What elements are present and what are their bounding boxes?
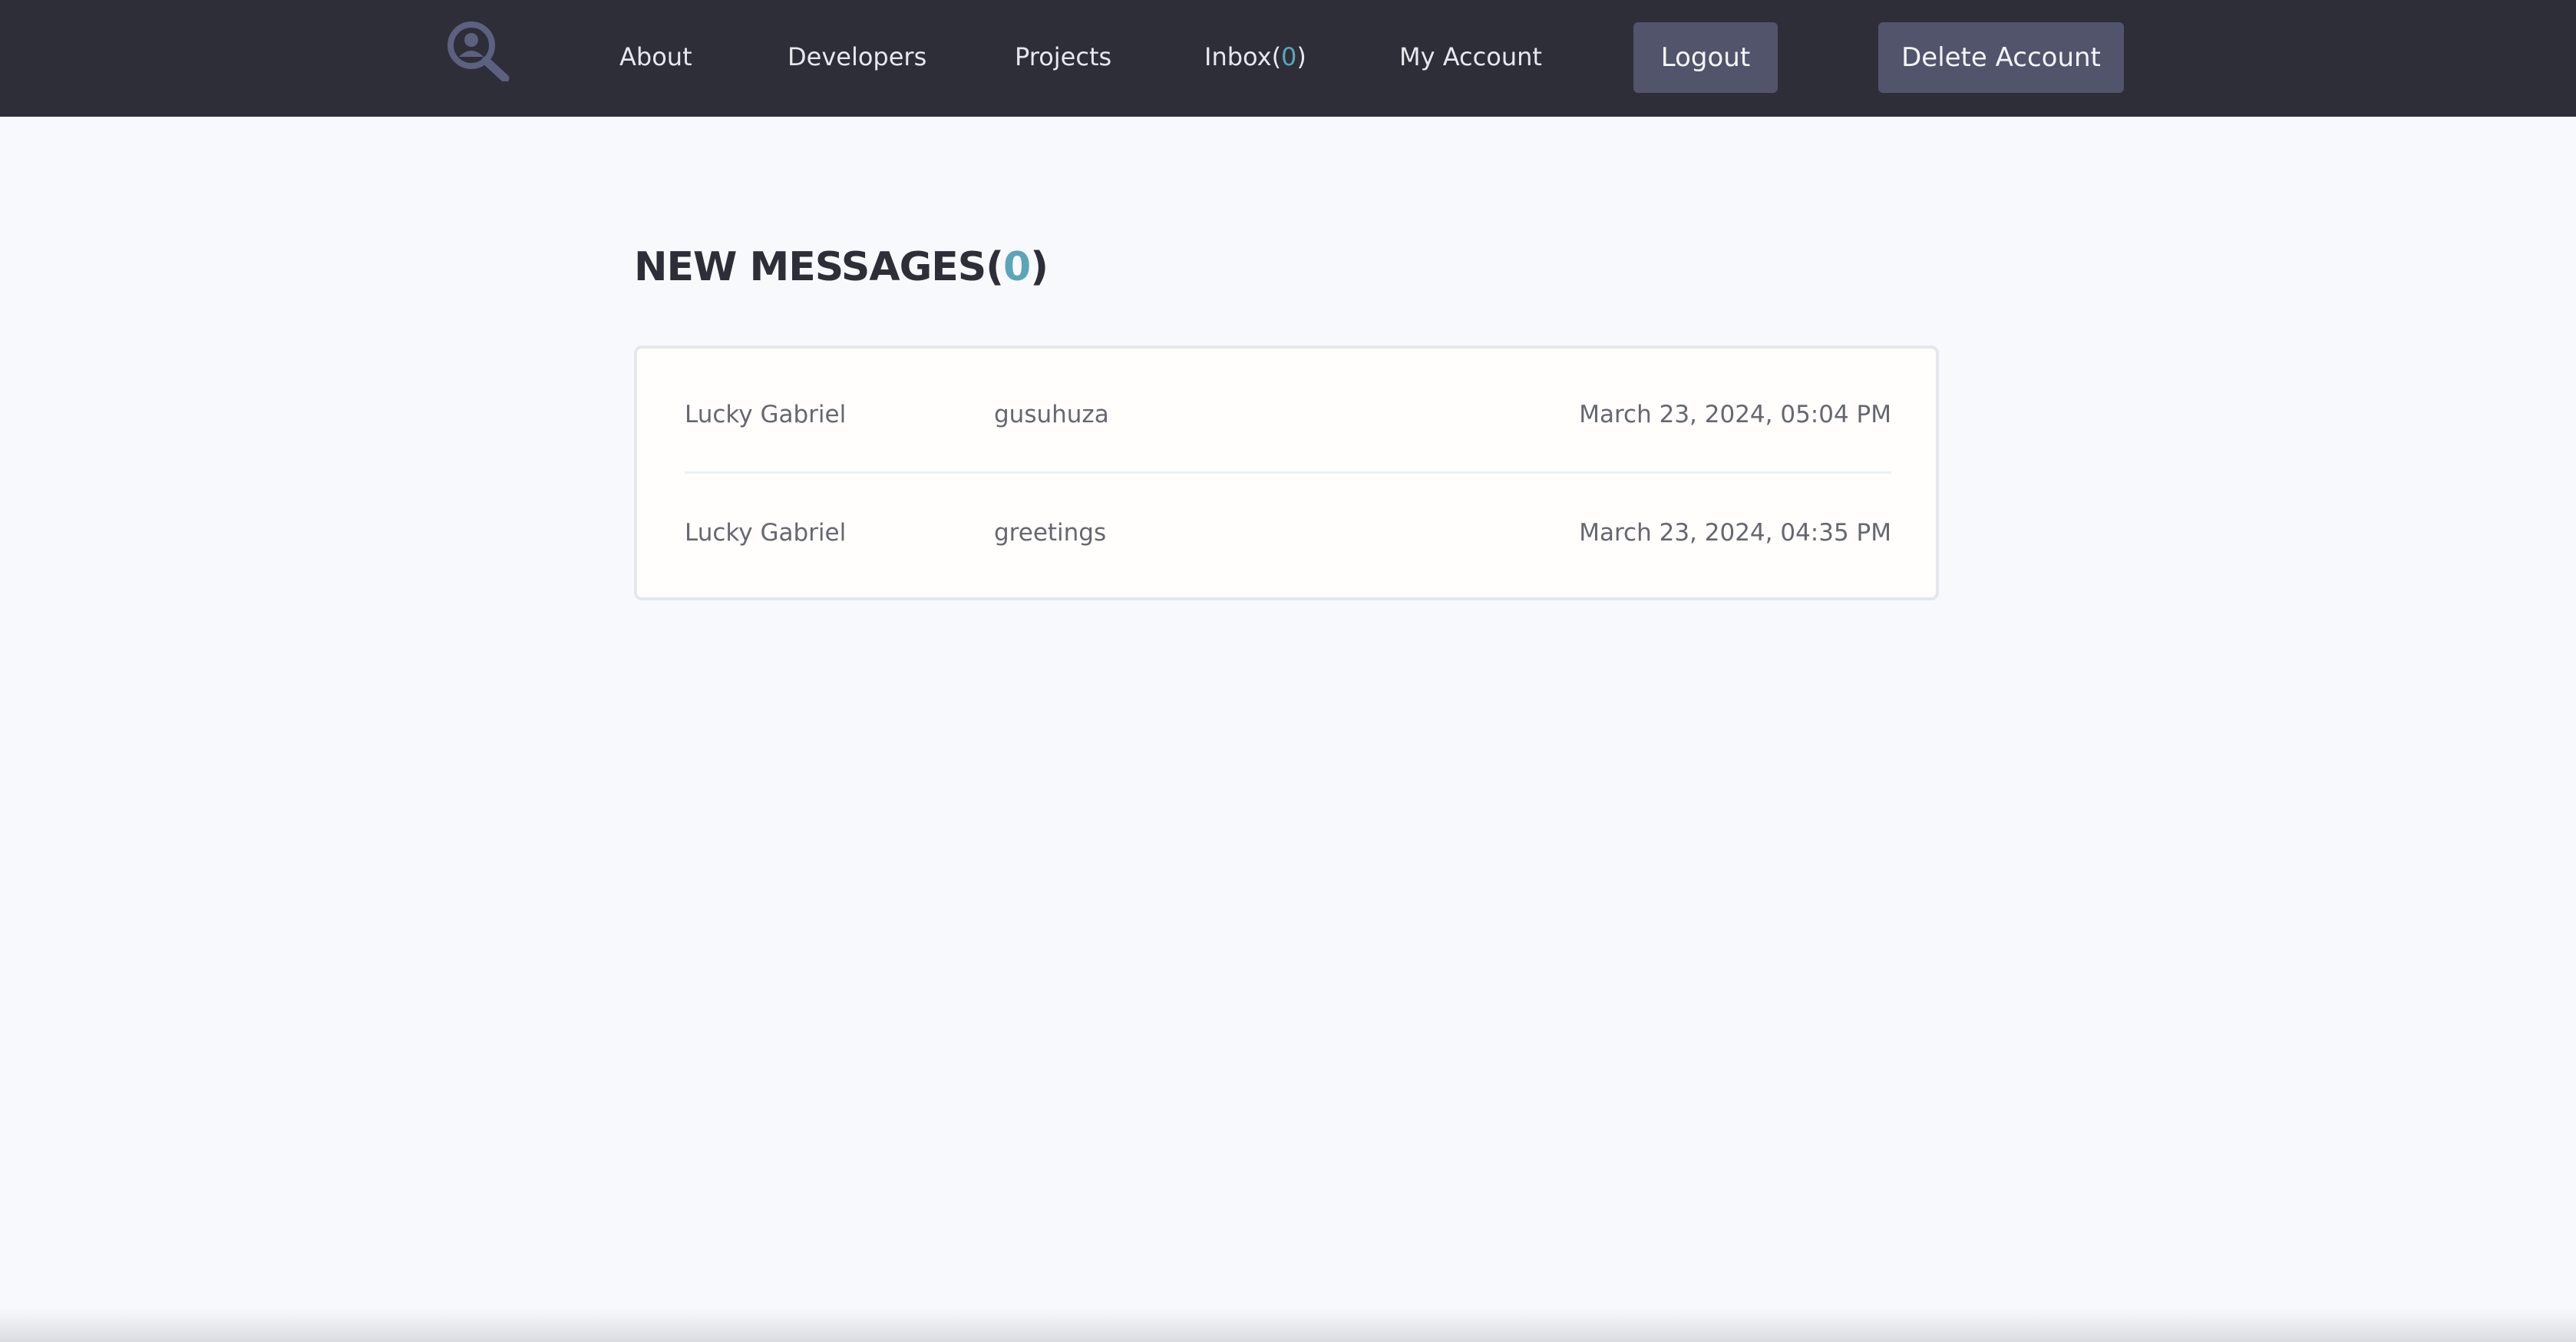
- message-row[interactable]: Lucky Gabriel greetings March 23, 2024, …: [685, 502, 1891, 564]
- footer-shadow: [0, 1308, 2576, 1342]
- inbox-count: 0: [1281, 42, 1297, 71]
- row-divider: [685, 471, 1891, 474]
- nav-projects-link[interactable]: Projects: [1015, 38, 1111, 75]
- message-row[interactable]: Lucky Gabriel gusuhuza March 23, 2024, 0…: [685, 384, 1891, 445]
- message-date: March 23, 2024, 05:04 PM: [1579, 401, 1891, 428]
- search-user-icon[interactable]: [445, 20, 511, 81]
- page-title-label: NEW MESSAGES(: [634, 244, 1004, 290]
- message-subject: greetings: [994, 519, 1107, 547]
- message-date: March 23, 2024, 04:35 PM: [1579, 519, 1891, 547]
- delete-account-button[interactable]: Delete Account: [1878, 22, 2124, 93]
- inbox-label-close: ): [1296, 42, 1306, 71]
- nav-inbox-link[interactable]: Inbox(0): [1204, 38, 1306, 75]
- top-navbar: About Developers Projects Inbox(0) My Ac…: [0, 0, 2576, 117]
- inbox-label: Inbox(: [1204, 42, 1282, 71]
- nav-about-link[interactable]: About: [619, 38, 692, 75]
- page-title-close: ): [1030, 244, 1049, 290]
- message-sender: Lucky Gabriel: [685, 519, 847, 547]
- message-subject: gusuhuza: [994, 401, 1109, 428]
- new-messages-count: 0: [1003, 244, 1031, 290]
- nav-my-account-link[interactable]: My Account: [1399, 38, 1542, 75]
- message-sender: Lucky Gabriel: [685, 401, 847, 428]
- messages-list: Lucky Gabriel gusuhuza March 23, 2024, 0…: [634, 345, 1939, 600]
- page-title: NEW MESSAGES(0): [634, 240, 1049, 295]
- logout-button[interactable]: Logout: [1633, 22, 1778, 93]
- nav-developers-link[interactable]: Developers: [788, 38, 926, 75]
